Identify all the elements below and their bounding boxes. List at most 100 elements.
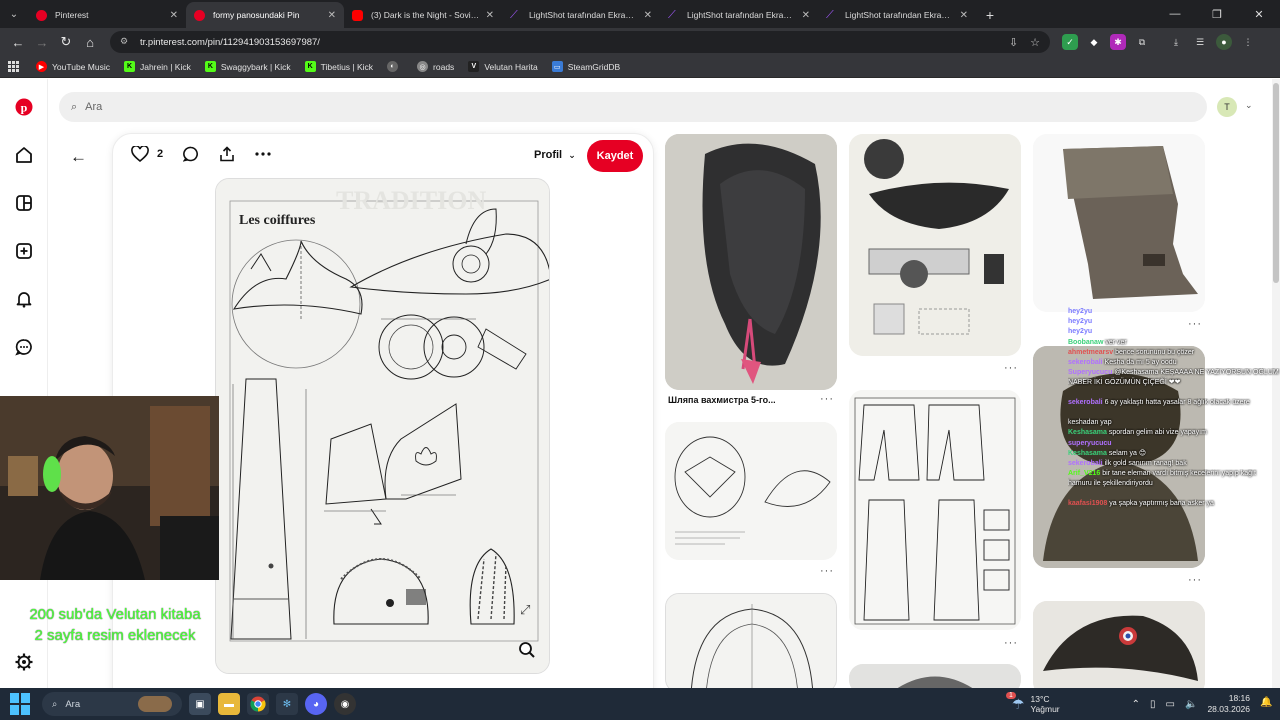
notifications-bell-icon[interactable]	[14, 289, 34, 309]
new-tab-button[interactable]: +	[976, 2, 1004, 28]
tab-youtube[interactable]: (3) Dark is the Night - Soviet W ✕	[344, 2, 502, 28]
scrollbar-thumb[interactable]	[1273, 83, 1279, 283]
related-pin-caption[interactable]: Шляпа вахмистра 5-го...	[668, 395, 776, 405]
more-dots-icon[interactable]: ···	[1004, 362, 1018, 374]
search-input[interactable]: ⌕ Ara	[59, 92, 1207, 122]
expand-icon[interactable]: ⤢	[520, 602, 530, 618]
pin-image[interactable]: TRADITION Les coiffures	[215, 178, 550, 674]
weather-widget[interactable]: ☂ 13°C Yağmur 1	[1005, 691, 1060, 714]
create-icon[interactable]	[14, 241, 34, 261]
home-icon[interactable]	[14, 145, 34, 165]
more-dots-icon[interactable]: ···	[1004, 637, 1018, 649]
close-icon[interactable]: ✕	[170, 10, 178, 21]
bookmark-roads[interactable]: ◎ roads	[417, 61, 454, 72]
tab-lightshot-2[interactable]: ⟋ LightShot tarafından Ekran Gör ✕	[660, 2, 818, 28]
pinterest-logo-icon[interactable]: p	[14, 97, 34, 117]
obs-icon[interactable]: ◉	[334, 693, 356, 715]
stream-goal-overlay: 200 sub'da Velutan kitaba 2 sayfa resim …	[0, 604, 230, 646]
tab-pinterest[interactable]: Pinterest ✕	[28, 2, 186, 28]
like-button[interactable]: 2	[131, 146, 163, 162]
tab-lightshot-3[interactable]: ⟋ LightShot tarafından Ekran Gör ✕	[818, 2, 976, 28]
install-app-icon[interactable]: ⇩	[1009, 36, 1018, 49]
related-pin[interactable]	[665, 134, 837, 390]
volume-icon[interactable]: 🔈	[1185, 699, 1197, 710]
close-icon[interactable]: ✕	[802, 10, 810, 21]
extension-diamond-icon[interactable]: ◆	[1086, 34, 1102, 50]
clock[interactable]: 18:16 28.03.2026	[1207, 693, 1250, 715]
address-bar[interactable]: ⚙ tr.pinterest.com/pin/11294190315369798…	[110, 31, 1050, 53]
tab-pin-active[interactable]: formy panosundaki Pin ✕	[186, 2, 344, 28]
chat-message: Superyucucu @Keshasama KEŞAAAA NE YAZIYO…	[1068, 368, 1280, 398]
windows-start-icon[interactable]	[10, 693, 32, 715]
board-select-dropdown[interactable]: Profil ⌄	[534, 149, 576, 161]
bookmark-velutan-harita[interactable]: V Velutan Harita	[468, 61, 538, 72]
menu-kebab-icon[interactable]: ⋮	[1240, 34, 1256, 50]
related-pin[interactable]	[1033, 601, 1205, 688]
gear-icon[interactable]	[15, 653, 33, 671]
chevron-up-icon[interactable]: ⌃	[1132, 699, 1140, 710]
extension-purple-icon[interactable]: ✱	[1110, 34, 1126, 50]
more-options-button[interactable]	[255, 152, 271, 156]
puzzle-icon[interactable]: ⧉	[1134, 34, 1150, 50]
messages-icon[interactable]	[14, 337, 34, 357]
more-dots-icon[interactable]: ···	[1188, 574, 1202, 586]
clock-date: 28.03.2026	[1207, 704, 1250, 714]
bookmark-label: SteamGridDB	[567, 61, 621, 72]
kick-icon: K	[304, 61, 316, 72]
chat-message: Boobanaw ver ver	[1068, 338, 1280, 348]
close-window-icon[interactable]: ✕	[1238, 8, 1280, 21]
chat-username: sekerobali	[1068, 460, 1103, 468]
chrome-icon[interactable]	[247, 693, 269, 715]
save-button[interactable]: Kaydet	[587, 140, 643, 172]
discord-icon[interactable]: ◕	[305, 693, 327, 715]
forward-button[interactable]: →	[30, 30, 54, 54]
account-menu-chevron-icon[interactable]: ⌄	[1245, 100, 1253, 111]
tab-search-button[interactable]: ⌄	[0, 0, 28, 28]
back-button[interactable]: ←	[6, 30, 30, 54]
close-icon[interactable]: ✕	[486, 10, 494, 21]
tray-app-icon[interactable]: ▯	[1150, 699, 1156, 710]
profile-avatar-icon[interactable]: ●	[1216, 34, 1232, 50]
related-pin[interactable]	[665, 593, 837, 688]
reload-button[interactable]: ↻	[54, 30, 78, 54]
related-pin[interactable]	[1033, 134, 1205, 312]
visual-search-icon[interactable]	[518, 641, 536, 659]
related-pin[interactable]	[849, 134, 1021, 356]
more-dots-icon[interactable]: ···	[820, 393, 834, 405]
more-dots-icon[interactable]: ···	[820, 565, 834, 577]
bookmark-youtube-music[interactable]: ▶ YouTube Music	[36, 61, 110, 72]
notification-bell-icon[interactable]: 🔔	[1260, 697, 1274, 711]
download-icon[interactable]: ⤓	[1168, 34, 1184, 50]
avatar[interactable]: T	[1217, 97, 1237, 117]
reading-list-icon[interactable]: ☰	[1192, 34, 1208, 50]
bookmark-steamgriddb[interactable]: ▭ SteamGridDB	[551, 61, 621, 72]
bookmark-swaggybark-kick[interactable]: K Swaggybark | Kick	[204, 61, 291, 72]
back-arrow-icon[interactable]: ←	[70, 147, 87, 167]
close-icon[interactable]: ✕	[644, 10, 652, 21]
comment-button[interactable]	[183, 146, 199, 162]
close-icon[interactable]: ✕	[328, 10, 336, 21]
restore-icon[interactable]: ❐	[1196, 8, 1238, 21]
explore-icon[interactable]	[14, 193, 34, 213]
bookmark-star-icon[interactable]: ☆	[1030, 36, 1040, 49]
bookmark-tibetius-kick[interactable]: K Tibetius | Kick	[304, 61, 373, 72]
task-view-icon[interactable]: ▣	[189, 693, 211, 715]
apps-grid-icon[interactable]	[8, 60, 20, 73]
bookmark-label: Jahrein | Kick	[139, 61, 191, 72]
bookmark-jahrein-kick[interactable]: K Jahrein | Kick	[123, 61, 191, 72]
share-button[interactable]	[219, 146, 235, 162]
bookmark-globe[interactable]: ◐	[387, 61, 403, 72]
related-pin[interactable]	[665, 422, 837, 560]
close-icon[interactable]: ✕	[960, 10, 968, 21]
adblock-shield-icon[interactable]: ✓	[1062, 34, 1078, 50]
minimize-icon[interactable]: —	[1154, 8, 1196, 20]
related-pin[interactable]	[849, 664, 1021, 688]
file-explorer-icon[interactable]: ▬	[218, 693, 240, 715]
network-icon[interactable]: ▭	[1166, 699, 1175, 710]
home-button[interactable]: ⌂	[78, 30, 102, 54]
related-pin[interactable]	[849, 390, 1021, 630]
app-blue-gear-icon[interactable]: ✻	[276, 693, 298, 715]
site-info-icon[interactable]: ⚙	[120, 36, 132, 48]
taskbar-search-input[interactable]: ⌕ Ara	[42, 692, 182, 716]
tab-lightshot-1[interactable]: ⟋ LightShot tarafından Ekran Gör ✕	[502, 2, 660, 28]
